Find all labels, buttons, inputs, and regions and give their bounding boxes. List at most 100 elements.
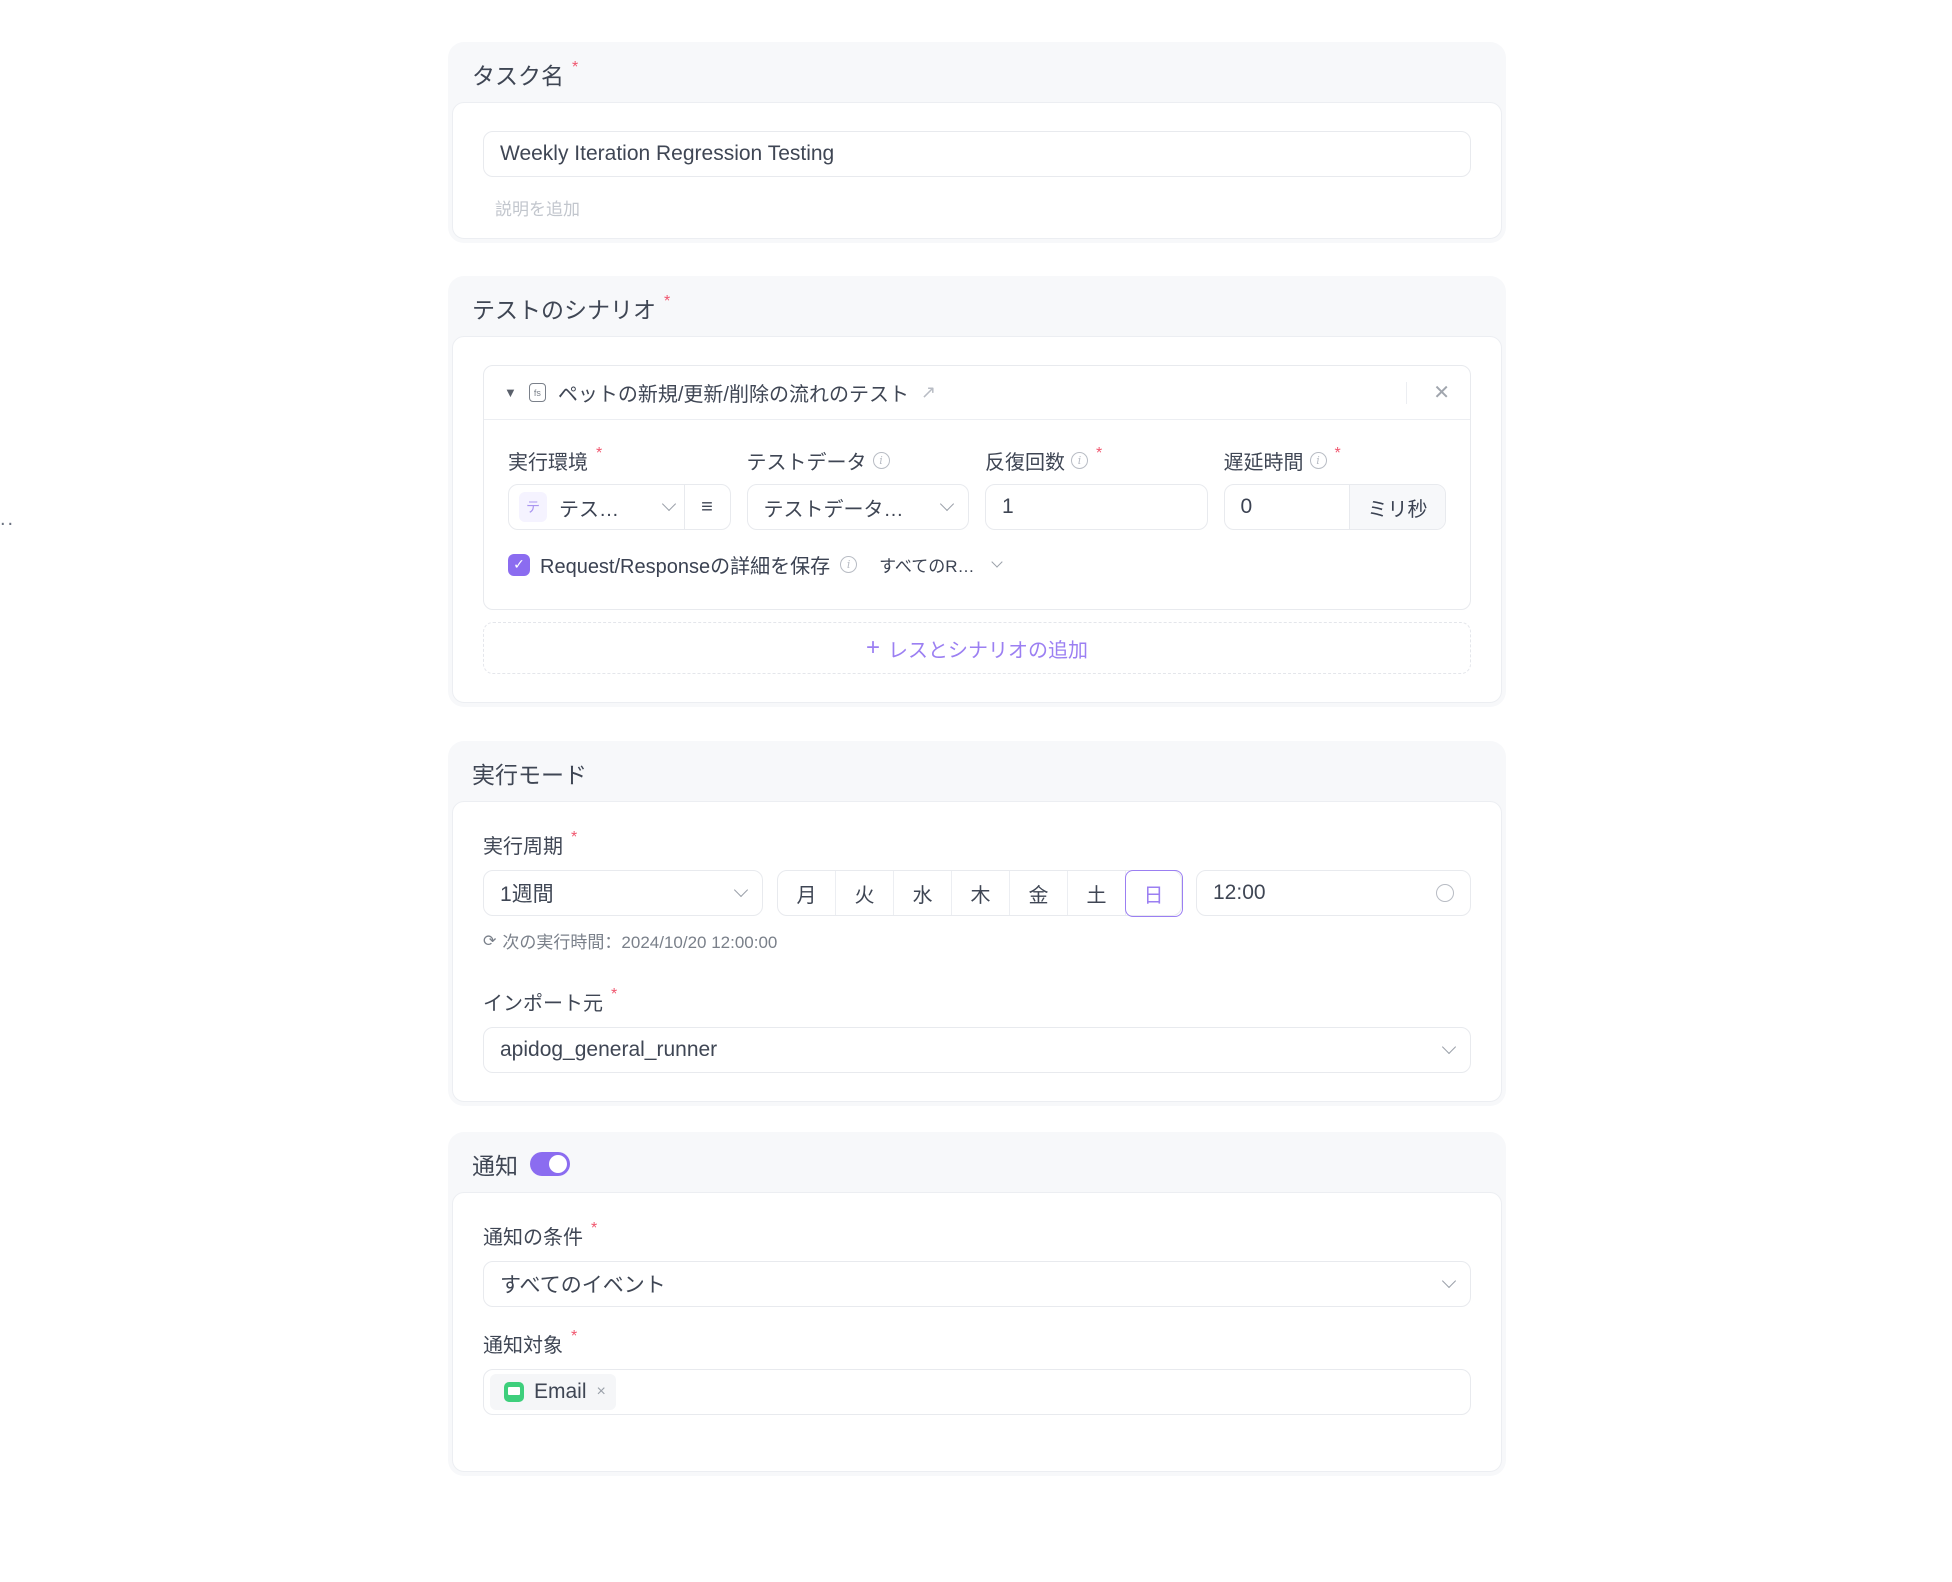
- chevron-down-icon: [1441, 1039, 1457, 1055]
- truncated-text: ..: [0, 508, 16, 530]
- close-icon[interactable]: ✕: [1433, 380, 1450, 405]
- chevron-down-icon: [1441, 1273, 1457, 1289]
- chevron-down-icon: [939, 496, 955, 512]
- section-title: 通知: [472, 1153, 518, 1179]
- env-field: 実行環境 * テ テス… ≡: [508, 445, 731, 530]
- required-mark: *: [611, 986, 618, 1003]
- iterations-label: 反復回数: [985, 451, 1065, 474]
- weekday-mon[interactable]: 月: [778, 871, 836, 915]
- save-details-label: Request/Responseの詳細を保存: [540, 556, 831, 578]
- external-link-icon[interactable]: ↗: [921, 382, 936, 403]
- test-scenario-section: テストのシナリオ * ▼ fs ペットの新規/更新/削除の流れのテスト ↗ ✕ 実…: [448, 276, 1506, 707]
- period-value: 1週間: [500, 883, 554, 906]
- target-select[interactable]: Email ×: [483, 1369, 1471, 1415]
- section-body: 実行周期 * 1週間 月 火 水 木 金 土 日 12:00 ⟳ 次の実行時間：2…: [452, 801, 1502, 1102]
- run-mode-section: 実行モード 実行周期 * 1週間 月 火 水 木 金 土 日 12:00 ⟳ 次…: [448, 741, 1506, 1106]
- weekday-sun[interactable]: 日: [1124, 869, 1183, 917]
- test-data-value: テストデータ…: [763, 498, 904, 521]
- script-file-icon: fs: [528, 383, 546, 402]
- import-label: インポート元: [483, 992, 603, 1015]
- test-data-field: テストデータ i テストデータ…: [746, 446, 969, 530]
- weekday-tue[interactable]: 火: [836, 871, 894, 915]
- iterations-field: 反復回数 i * 1: [985, 445, 1208, 530]
- info-icon[interactable]: i: [840, 556, 858, 573]
- env-badge: テ: [519, 492, 547, 522]
- info-icon[interactable]: i: [1071, 451, 1088, 469]
- time-picker[interactable]: 12:00: [1196, 870, 1471, 916]
- add-scenario-label: レスとシナリオの追加: [888, 639, 1088, 662]
- import-select[interactable]: apidog_general_runner: [483, 1027, 1471, 1073]
- weekday-thu[interactable]: 木: [952, 871, 1010, 915]
- target-tag-label: Email: [534, 1380, 587, 1403]
- section-header: テストのシナリオ *: [452, 280, 1502, 336]
- weekday-sat[interactable]: 土: [1068, 871, 1126, 915]
- period-label: 実行周期: [483, 835, 563, 858]
- section-body: ▼ fs ペットの新規/更新/削除の流れのテスト ↗ ✕ 実行環境 * テ テス…: [452, 336, 1502, 703]
- section-body: Weekly Iteration Regression Testing 説明を追…: [452, 102, 1502, 239]
- required-mark: *: [572, 59, 579, 76]
- section-header: タスク名 *: [452, 46, 1502, 102]
- test-data-select[interactable]: テストデータ…: [746, 484, 969, 530]
- required-mark: *: [1334, 445, 1341, 462]
- notification-section: 通知 通知の条件 * すべてのイベント 通知対象 * Email ×: [448, 1132, 1506, 1476]
- email-icon: [504, 1382, 524, 1402]
- save-details-checkbox[interactable]: ✓: [508, 553, 530, 576]
- task-name-section: タスク名 * Weekly Iteration Regression Testin…: [448, 42, 1506, 243]
- next-run-text: 次の実行時間：2024/10/20 12:00:00: [502, 933, 778, 952]
- env-manage-button[interactable]: ≡: [683, 485, 730, 529]
- condition-select[interactable]: すべてのイベント: [483, 1261, 1471, 1307]
- import-value: apidog_general_runner: [500, 1038, 718, 1061]
- period-select[interactable]: 1週間: [483, 870, 763, 916]
- delay-field: 遅延時間 i * 0 ミリ秒: [1223, 445, 1446, 530]
- section-header: 実行モード: [452, 745, 1502, 801]
- required-mark: *: [571, 829, 578, 846]
- condition-value: すべてのイベント: [500, 1274, 666, 1297]
- target-label: 通知対象: [483, 1334, 563, 1357]
- test-data-label: テストデータ: [746, 451, 867, 474]
- time-value: 12:00: [1213, 881, 1266, 904]
- save-scope-select[interactable]: すべてのR…: [879, 552, 1003, 577]
- clock-icon: [1436, 884, 1454, 902]
- chevron-down-icon: [733, 882, 749, 898]
- weekday-selector: 月 火 水 木 金 土 日: [777, 869, 1183, 917]
- env-label: 実行環境: [508, 451, 588, 474]
- delay-input[interactable]: 0: [1225, 485, 1350, 529]
- env-select[interactable]: テ テス…: [509, 485, 684, 529]
- target-tag-email: Email ×: [490, 1374, 616, 1410]
- chevron-down-icon: [990, 555, 1003, 568]
- iterations-input[interactable]: 1: [985, 484, 1208, 530]
- plus-icon: +: [865, 634, 880, 661]
- condition-label: 通知の条件: [483, 1226, 583, 1249]
- refresh-icon: ⟳: [483, 932, 497, 950]
- scenario-header[interactable]: ▼ fs ペットの新規/更新/削除の流れのテスト ↗ ✕: [484, 366, 1470, 420]
- chevron-down-icon: [661, 496, 676, 512]
- required-mark: *: [1096, 445, 1103, 462]
- section-title: タスク名: [472, 63, 564, 89]
- section-title: テストのシナリオ: [472, 297, 656, 323]
- weekday-wed[interactable]: 水: [894, 871, 952, 915]
- save-scope-value: すべてのR…: [879, 557, 975, 576]
- required-mark: *: [591, 1220, 598, 1237]
- info-icon[interactable]: i: [872, 451, 890, 469]
- divider: [1406, 381, 1408, 404]
- remove-tag-icon[interactable]: ×: [597, 1383, 606, 1401]
- notification-toggle[interactable]: [530, 1152, 570, 1176]
- task-name-input[interactable]: Weekly Iteration Regression Testing: [483, 131, 1471, 177]
- section-title: 実行モード: [472, 762, 587, 788]
- scenario-body: 実行環境 * テ テス… ≡ テストデータ i テストデータ… 反復回数 i *…: [484, 420, 1470, 609]
- required-mark: *: [596, 445, 603, 462]
- required-mark: *: [664, 293, 671, 310]
- menu-icon: ≡: [701, 495, 713, 518]
- section-body: 通知の条件 * すべてのイベント 通知対象 * Email ×: [452, 1192, 1502, 1472]
- section-header: 通知: [452, 1136, 1502, 1192]
- add-scenario-button[interactable]: + レスとシナリオの追加: [483, 622, 1471, 674]
- description-input[interactable]: 説明を追加: [483, 195, 1471, 220]
- env-value: テス…: [559, 498, 619, 521]
- delay-label: 遅延時間: [1223, 451, 1304, 474]
- weekday-fri[interactable]: 金: [1010, 871, 1068, 915]
- collapse-triangle-icon[interactable]: ▼: [504, 385, 517, 400]
- scenario-name: ペットの新規/更新/削除の流れのテスト: [557, 384, 909, 406]
- scenario-card: ▼ fs ペットの新規/更新/削除の流れのテスト ↗ ✕ 実行環境 * テ テス…: [483, 365, 1471, 610]
- delay-unit: ミリ秒: [1349, 485, 1445, 529]
- info-icon[interactable]: i: [1309, 451, 1327, 469]
